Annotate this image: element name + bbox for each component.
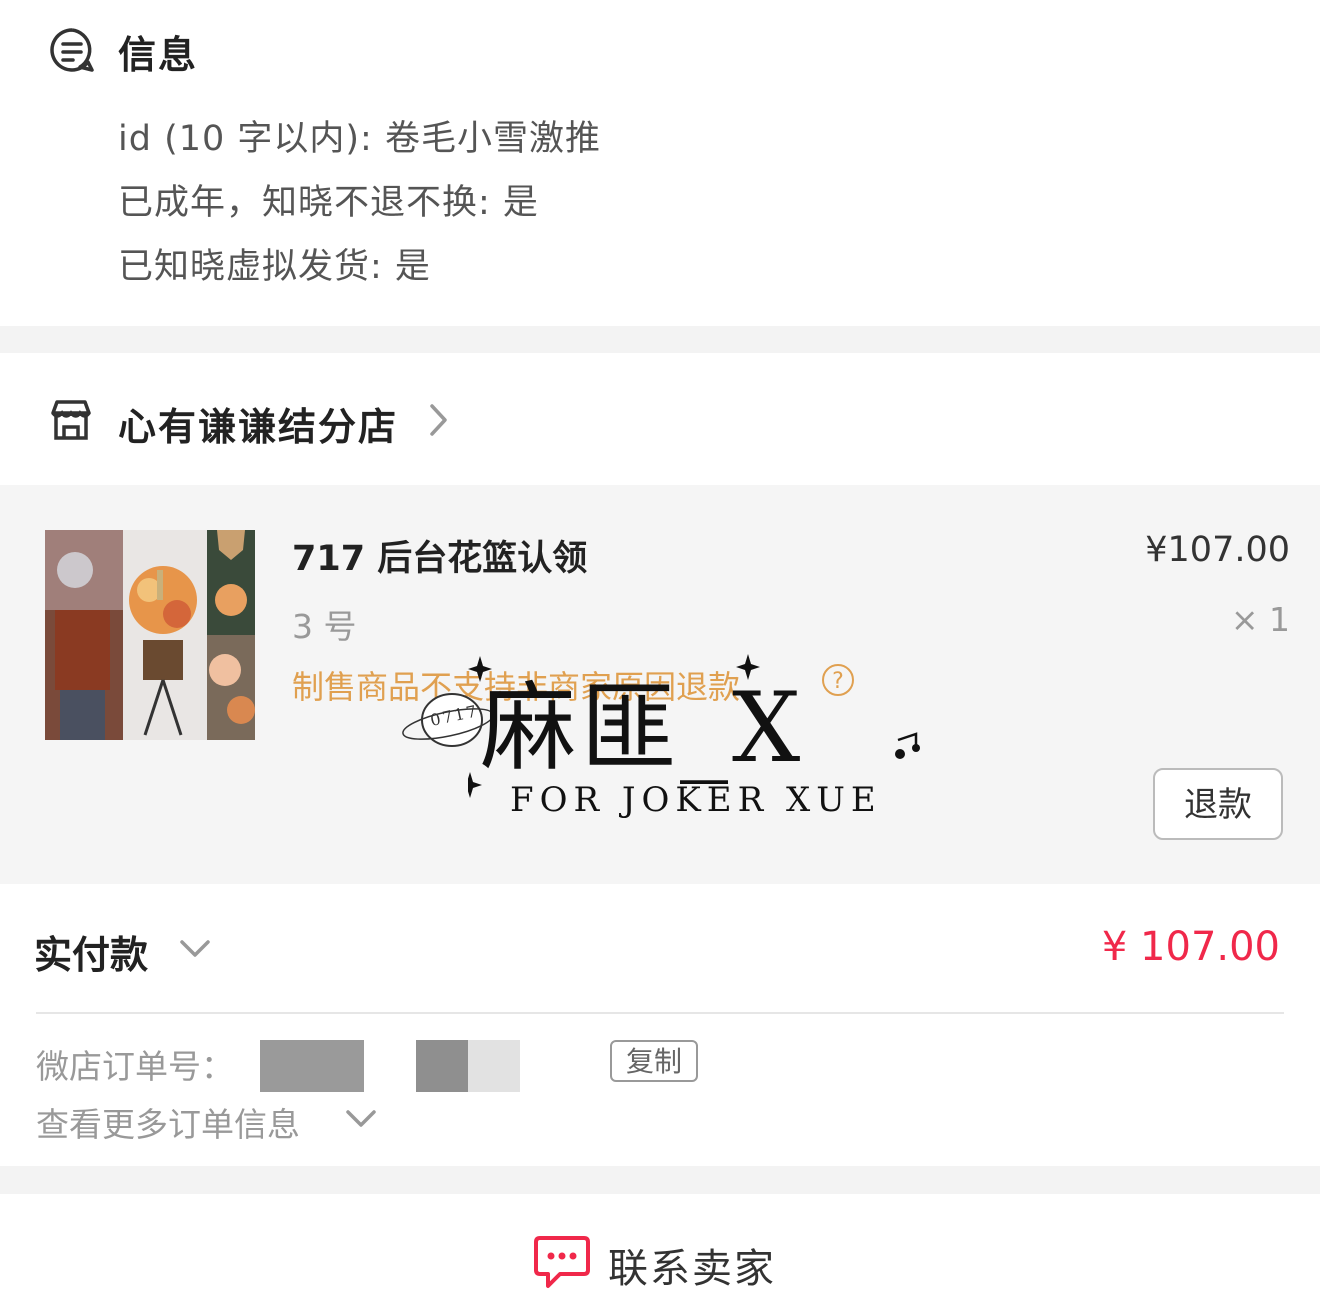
refund-button[interactable]: 退款 [1153, 768, 1283, 840]
more-order-info-link[interactable]: 查看更多订单信息 [36, 1098, 300, 1146]
info-line-virtual: 已知晓虚拟发货: 是 [118, 247, 431, 287]
paid-amount-label[interactable]: 实付款 [34, 924, 148, 979]
product-title[interactable]: 717 后台花篮认领 [292, 530, 587, 581]
order-number-label: 微店订单号： [36, 1047, 234, 1086]
divider [36, 1012, 1284, 1014]
watermark-sparkle-icons [468, 654, 920, 798]
chevron-down-icon[interactable] [178, 938, 212, 960]
chevron-right-icon[interactable] [428, 402, 450, 438]
contact-seller-button[interactable]: 联系卖家 [608, 1236, 776, 1294]
shop-name[interactable]: 心有谦谦结分店 [118, 396, 398, 451]
order-number-redacted [416, 1040, 468, 1092]
info-line-adult: 已成年，知晓不退不换: 是 [118, 183, 539, 223]
product-spec: 3 号 [292, 607, 357, 646]
chat-bubble-icon[interactable] [532, 1234, 592, 1290]
paid-amount: ¥ 107.00 [1101, 924, 1280, 970]
info-title: 信息 [118, 33, 199, 77]
product-quantity: × 1 [1230, 600, 1290, 639]
product-price: ¥107.00 [1145, 530, 1290, 570]
section-gap [0, 326, 1320, 353]
order-number-redacted [468, 1040, 520, 1092]
order-number-redacted [260, 1040, 364, 1092]
message-list-icon [50, 28, 94, 72]
section-gap [0, 1166, 1320, 1194]
store-icon [51, 400, 91, 440]
info-line-id: id (10 字以内): 卷毛小雪激推 [118, 119, 601, 159]
chevron-down-icon[interactable] [344, 1108, 378, 1130]
product-thumbnail[interactable] [45, 530, 255, 740]
copy-button[interactable]: 复制 [610, 1040, 698, 1082]
